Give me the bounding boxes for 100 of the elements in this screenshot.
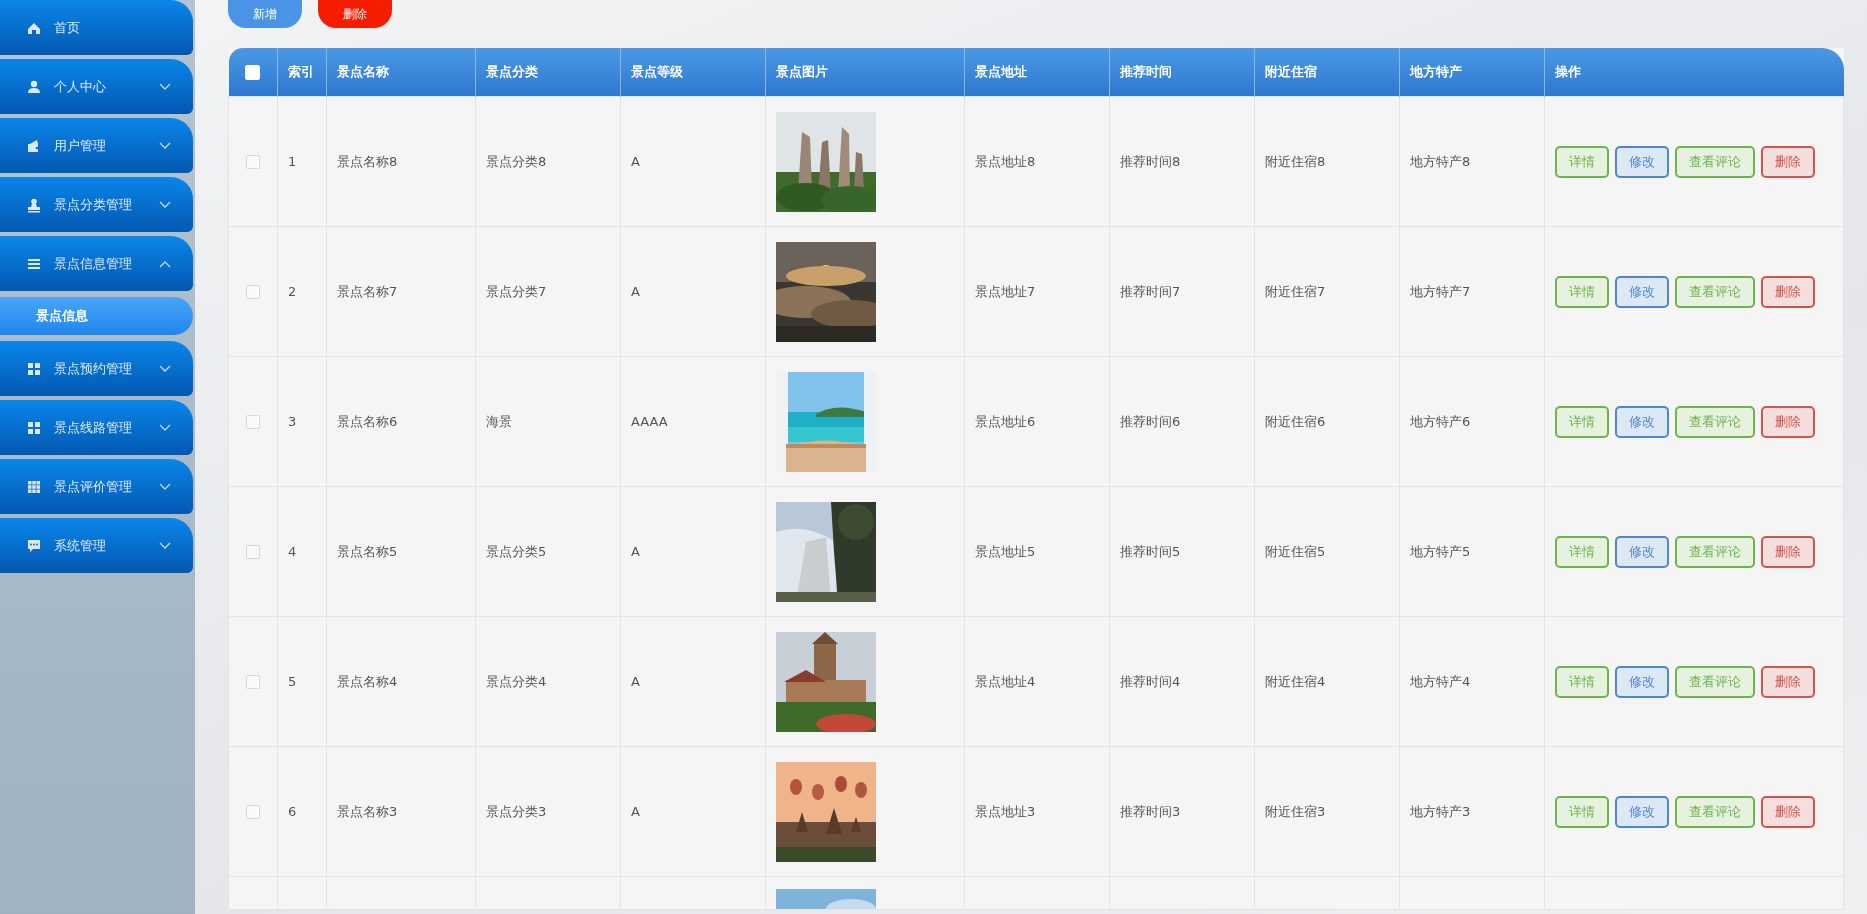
row-checkbox[interactable]	[246, 415, 260, 430]
comments-button[interactable]: 查看评论	[1675, 275, 1755, 308]
table-cell: AAAA	[620, 356, 766, 487]
sidebar-item[interactable]: 个人中心	[0, 59, 193, 114]
table-cell: 景点名称8	[326, 96, 476, 227]
table-cell: 地方特产4	[1399, 616, 1545, 747]
table-cell: 地方特产8	[1399, 96, 1545, 227]
table-cell: 推荐时间3	[1109, 746, 1255, 877]
row-checkbox[interactable]	[246, 285, 260, 300]
table-cell: 景点分类3	[475, 746, 621, 877]
column-header: 地方特产	[1399, 48, 1545, 97]
grid-icon	[26, 360, 42, 377]
delete-button[interactable]: 删除	[1761, 795, 1815, 828]
chat-icon	[26, 537, 42, 554]
table-cell: 景点地址8	[964, 96, 1110, 227]
table-cell: A	[620, 96, 766, 227]
column-header: 景点名称	[326, 48, 476, 97]
detail-button[interactable]: 详情	[1555, 405, 1609, 438]
select-all-checkbox[interactable]	[245, 65, 261, 80]
sidebar-item[interactable]: 首页	[0, 0, 193, 55]
table-cell: 地方特产5	[1399, 486, 1545, 617]
row-checkbox[interactable]	[246, 805, 260, 820]
delete-button[interactable]: 删除	[1761, 145, 1815, 178]
edit-button[interactable]: 修改	[1615, 275, 1669, 308]
delete-button[interactable]: 删除	[1761, 275, 1815, 308]
table-cell: 推荐时间4	[1109, 616, 1255, 747]
table-cell: 推荐时间5	[1109, 486, 1255, 617]
table-cell: 海景	[475, 356, 621, 487]
comments-button[interactable]: 查看评论	[1675, 145, 1755, 178]
column-header: 附近住宿	[1254, 48, 1400, 97]
table-cell: 6	[277, 746, 327, 877]
edit-button[interactable]: 修改	[1615, 535, 1669, 568]
table-cell: 1	[277, 96, 327, 227]
table-cell: 4	[277, 486, 327, 617]
sidebar-item[interactable]: 用户管理	[0, 118, 193, 173]
comments-button[interactable]: 查看评论	[1675, 535, 1755, 568]
comments-button[interactable]: 查看评论	[1675, 405, 1755, 438]
table-cell: 景点分类7	[475, 226, 621, 357]
table-cell: 附近住宿7	[1254, 226, 1400, 357]
column-header: 景点等级	[620, 48, 766, 97]
table-cell: 5	[277, 616, 327, 747]
column-header: 景点分类	[475, 48, 621, 97]
row-checkbox[interactable]	[246, 675, 260, 690]
delete-button[interactable]: 删除	[318, 0, 392, 28]
table-cell: 景点名称5	[326, 486, 476, 617]
table-cell: 景点地址4	[964, 616, 1110, 747]
edit-button[interactable]: 修改	[1615, 405, 1669, 438]
table-cell: 附近住宿3	[1254, 746, 1400, 877]
table-cell: 地方特产3	[1399, 746, 1545, 877]
sidebar-item[interactable]: 景点预约管理	[0, 341, 193, 396]
stamp-icon	[26, 196, 42, 213]
table-cell: 景点地址3	[964, 746, 1110, 877]
table-cell: 2	[277, 226, 327, 357]
table-cell: 附近住宿8	[1254, 96, 1400, 227]
table-cell: 推荐时间8	[1109, 96, 1255, 227]
table-cell: A	[620, 486, 766, 617]
sidebar-item[interactable]: 系统管理	[0, 518, 193, 573]
column-header: 景点图片	[765, 48, 965, 97]
table-cell: 附近住宿5	[1254, 486, 1400, 617]
delete-button[interactable]: 删除	[1761, 405, 1815, 438]
add-button[interactable]: 新增	[228, 0, 302, 28]
delete-button[interactable]: 删除	[1761, 665, 1815, 698]
table-cell: 景点名称4	[326, 616, 476, 747]
detail-button[interactable]: 详情	[1555, 275, 1609, 308]
edit-button[interactable]: 修改	[1615, 145, 1669, 178]
table-cell: 景点名称3	[326, 746, 476, 877]
detail-button[interactable]: 详情	[1555, 145, 1609, 178]
comments-button[interactable]: 查看评论	[1675, 665, 1755, 698]
person-icon	[26, 78, 42, 95]
table-cell: 景点地址7	[964, 226, 1110, 357]
table-cell: 附近住宿6	[1254, 356, 1400, 487]
grid-icon	[26, 478, 42, 495]
row-checkbox[interactable]	[246, 155, 260, 170]
detail-button[interactable]: 详情	[1555, 665, 1609, 698]
table-cell: A	[620, 226, 766, 357]
delete-button[interactable]: 删除	[1761, 535, 1815, 568]
detail-button[interactable]: 详情	[1555, 795, 1609, 828]
sidebar-item[interactable]: 景点评价管理	[0, 459, 193, 514]
column-header: 推荐时间	[1109, 48, 1255, 97]
sidebar-item[interactable]: 景点分类管理	[0, 177, 193, 232]
sidebar-subitem[interactable]: 景点信息	[0, 297, 193, 335]
table-cell: 3	[277, 356, 327, 487]
grid-icon	[26, 419, 42, 436]
table-cell: A	[620, 616, 766, 747]
row-checkbox[interactable]	[246, 545, 260, 560]
table-cell: 景点地址6	[964, 356, 1110, 487]
table-cell: 景点地址5	[964, 486, 1110, 617]
edit-button[interactable]: 修改	[1615, 795, 1669, 828]
comments-button[interactable]: 查看评论	[1675, 795, 1755, 828]
column-header: 景点地址	[964, 48, 1110, 97]
table-cell: A	[620, 746, 766, 877]
table-cell: 景点分类5	[475, 486, 621, 617]
sidebar-item[interactable]: 景点线路管理	[0, 400, 193, 455]
table-cell: 附近住宿4	[1254, 616, 1400, 747]
table-cell: 景点名称6	[326, 356, 476, 487]
table-cell: 景点名称7	[326, 226, 476, 357]
sidebar-item[interactable]: 景点信息管理	[0, 236, 193, 291]
detail-button[interactable]: 详情	[1555, 535, 1609, 568]
table-cell: 地方特产7	[1399, 226, 1545, 357]
edit-button[interactable]: 修改	[1615, 665, 1669, 698]
